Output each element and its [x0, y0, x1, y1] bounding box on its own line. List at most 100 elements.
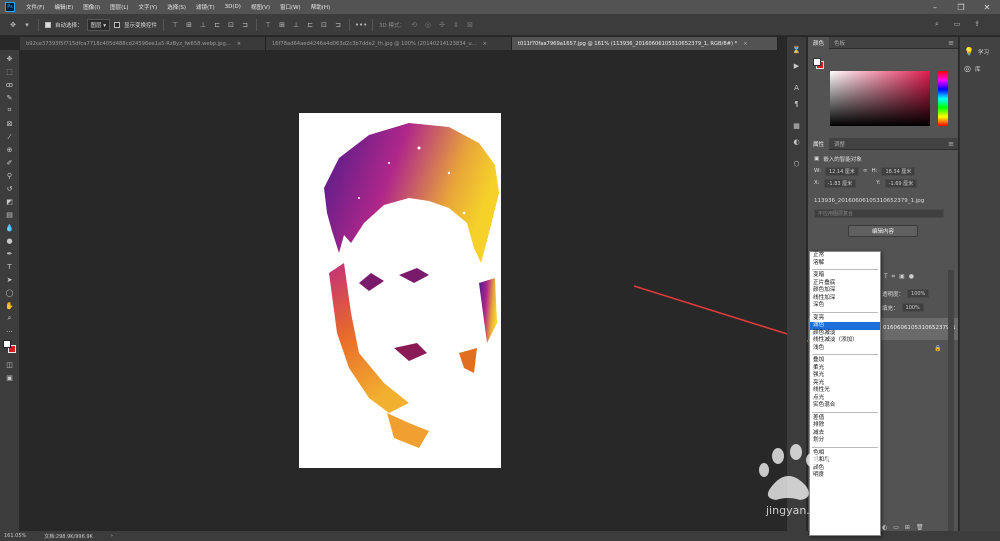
- align-right-icon[interactable]: ⊐: [240, 20, 250, 30]
- align-bottom-icon[interactable]: ⊥: [198, 20, 208, 30]
- character-icon[interactable]: A: [790, 81, 804, 95]
- pen-tool-icon[interactable]: ✒: [3, 247, 17, 260]
- history-brush-icon[interactable]: ↺: [3, 182, 17, 195]
- blend-mode-option[interactable]: 柔光: [810, 365, 880, 373]
- lightbulb-icon[interactable]: 💡: [964, 47, 974, 56]
- blend-mode-option[interactable]: 深色: [810, 302, 880, 310]
- menu-file[interactable]: 文件(F): [21, 3, 49, 11]
- menu-image[interactable]: 图像(I): [78, 3, 105, 11]
- actions-icon[interactable]: ▶: [790, 59, 804, 73]
- blend-mode-option[interactable]: 颜色减淡: [810, 330, 880, 338]
- blend-mode-option[interactable]: 线性光: [810, 387, 880, 395]
- edit-contents-button[interactable]: 编辑内容: [848, 225, 918, 237]
- marquee-tool-icon[interactable]: ⬚: [3, 65, 17, 78]
- x-field[interactable]: -1.83 厘米: [823, 178, 857, 188]
- blend-mode-option[interactable]: 亮光: [810, 380, 880, 388]
- align-left-icon[interactable]: ⊏: [212, 20, 222, 30]
- foreground-color-swatch[interactable]: [2, 340, 11, 348]
- hand-tool-icon[interactable]: ✋: [3, 299, 17, 312]
- minimize-icon[interactable]: –: [922, 0, 948, 14]
- restore-icon[interactable]: ❐: [948, 0, 974, 14]
- distribute-center-icon[interactable]: ⊡: [319, 20, 329, 30]
- quick-mask-icon[interactable]: ◫: [3, 358, 17, 371]
- blend-mode-option[interactable]: 强光: [810, 372, 880, 380]
- tab-document-1[interactable]: b92ce37393f5f715dfca7718c405d488cd24596e…: [20, 37, 266, 50]
- crop-tool-icon[interactable]: ⌗: [3, 104, 17, 117]
- blur-tool-icon[interactable]: 💧: [3, 221, 17, 234]
- hue-slider[interactable]: [938, 71, 948, 126]
- filter-shape-icon[interactable]: ⌗: [892, 273, 895, 281]
- blend-mode-option[interactable]: 点光: [810, 395, 880, 403]
- blend-mode-option[interactable]: 实色混合: [810, 402, 880, 410]
- close-tab-icon[interactable]: ×: [743, 41, 747, 47]
- distribute-top-icon[interactable]: ⊤: [263, 20, 273, 30]
- blend-mode-option[interactable]: 减去: [810, 430, 880, 438]
- menu-select[interactable]: 选择(S): [162, 3, 191, 11]
- libraries-icon[interactable]: ◎: [964, 64, 971, 73]
- lock-icon[interactable]: 🔒: [934, 345, 941, 352]
- fill-field[interactable]: 100%: [901, 303, 924, 312]
- blend-mode-option[interactable]: 线性减淡（添加）: [810, 337, 880, 345]
- learn-label[interactable]: 学习: [978, 48, 989, 56]
- align-middle-icon[interactable]: ⊞: [184, 20, 194, 30]
- filter-toggle-icon[interactable]: ●: [909, 273, 914, 281]
- distribute-left-icon[interactable]: ⊏: [305, 20, 315, 30]
- close-tab-icon[interactable]: ×: [483, 41, 487, 47]
- distribute-middle-icon[interactable]: ⊞: [277, 20, 287, 30]
- menu-type[interactable]: 文字(Y): [134, 3, 163, 11]
- tab-swatches[interactable]: 色板: [829, 37, 850, 49]
- filter-smart-icon[interactable]: ▣: [899, 273, 905, 281]
- panel-menu-icon[interactable]: ≡: [948, 39, 954, 47]
- tab-document-3[interactable]: t011f70faa7969a1657.jpg @ 161% (113936_2…: [512, 37, 778, 50]
- filter-type-icon[interactable]: T: [884, 273, 888, 281]
- opacity-field[interactable]: 100%: [907, 289, 930, 298]
- layer-comp-select[interactable]: 不应用图层复合: [814, 208, 944, 218]
- 3d-rotate-icon[interactable]: ⟲: [409, 20, 419, 30]
- eyedropper-tool-icon[interactable]: ⁄: [3, 130, 17, 143]
- screen-mode-icon[interactable]: ▣: [3, 371, 17, 384]
- eraser-tool-icon[interactable]: ◩: [3, 195, 17, 208]
- move-tool-icon[interactable]: ✥: [8, 20, 18, 30]
- show-transform-checkbox[interactable]: [114, 21, 121, 28]
- menu-edit[interactable]: 编辑(E): [49, 3, 78, 11]
- paragraph-icon[interactable]: ¶: [790, 97, 804, 111]
- path-select-icon[interactable]: ➤: [3, 273, 17, 286]
- blend-mode-option[interactable]: 线性加深: [810, 295, 880, 303]
- menu-filter[interactable]: 滤镜(T): [191, 3, 220, 11]
- blend-mode-option[interactable]: 溶解: [810, 260, 880, 268]
- align-top-icon[interactable]: ⊤: [170, 20, 180, 30]
- type-tool-icon[interactable]: T: [3, 260, 17, 273]
- chevron-down-icon[interactable]: ▾: [22, 20, 32, 30]
- close-icon[interactable]: ✕: [974, 0, 1000, 14]
- blend-mode-option[interactable]: 浅色: [810, 345, 880, 353]
- healing-brush-icon[interactable]: ⊕: [3, 143, 17, 156]
- 3d-icon[interactable]: ⬡: [790, 157, 804, 171]
- foreground-color-chip[interactable]: [813, 58, 821, 66]
- search-icon[interactable]: ⌕: [932, 19, 942, 29]
- auto-select-checkbox[interactable]: [45, 21, 51, 28]
- color-swatches[interactable]: [2, 340, 17, 354]
- dodge-tool-icon[interactable]: ●: [3, 234, 17, 247]
- history-icon[interactable]: ⌛: [790, 43, 804, 57]
- tab-document-2[interactable]: 16f78ad64aed4246a4d063d2c3b7dde2_th.jpg …: [266, 37, 512, 50]
- blend-mode-option[interactable]: 差值: [810, 415, 880, 423]
- height-field[interactable]: 18.34 厘米: [881, 166, 916, 176]
- share-icon[interactable]: ⇪: [972, 19, 982, 29]
- link-icon[interactable]: ∞: [863, 168, 868, 174]
- status-menu-arrow[interactable]: ›: [111, 533, 113, 539]
- blend-mode-option[interactable]: 颜色加深: [810, 287, 880, 295]
- libraries-icon[interactable]: ▦: [790, 119, 804, 133]
- blend-mode-option[interactable]: 排除: [810, 422, 880, 430]
- shape-tool-icon[interactable]: ◯: [3, 286, 17, 299]
- menu-layer[interactable]: 图层(L): [105, 3, 133, 11]
- color-picker-field[interactable]: [830, 71, 930, 126]
- menu-help[interactable]: 帮助(H): [306, 3, 335, 11]
- blend-mode-option[interactable]: 变暗: [810, 272, 880, 280]
- zoom-tool-icon[interactable]: ⌕: [3, 312, 17, 325]
- width-field[interactable]: 12.14 厘米: [824, 166, 859, 176]
- brush-tool-icon[interactable]: ✐: [3, 156, 17, 169]
- auto-select-dropdown[interactable]: 图层 ▾: [86, 18, 111, 31]
- blend-mode-option[interactable]: 正片叠底: [810, 280, 880, 288]
- adjustments-icon[interactable]: ◐: [790, 135, 804, 149]
- more-options-icon[interactable]: •••: [355, 20, 367, 30]
